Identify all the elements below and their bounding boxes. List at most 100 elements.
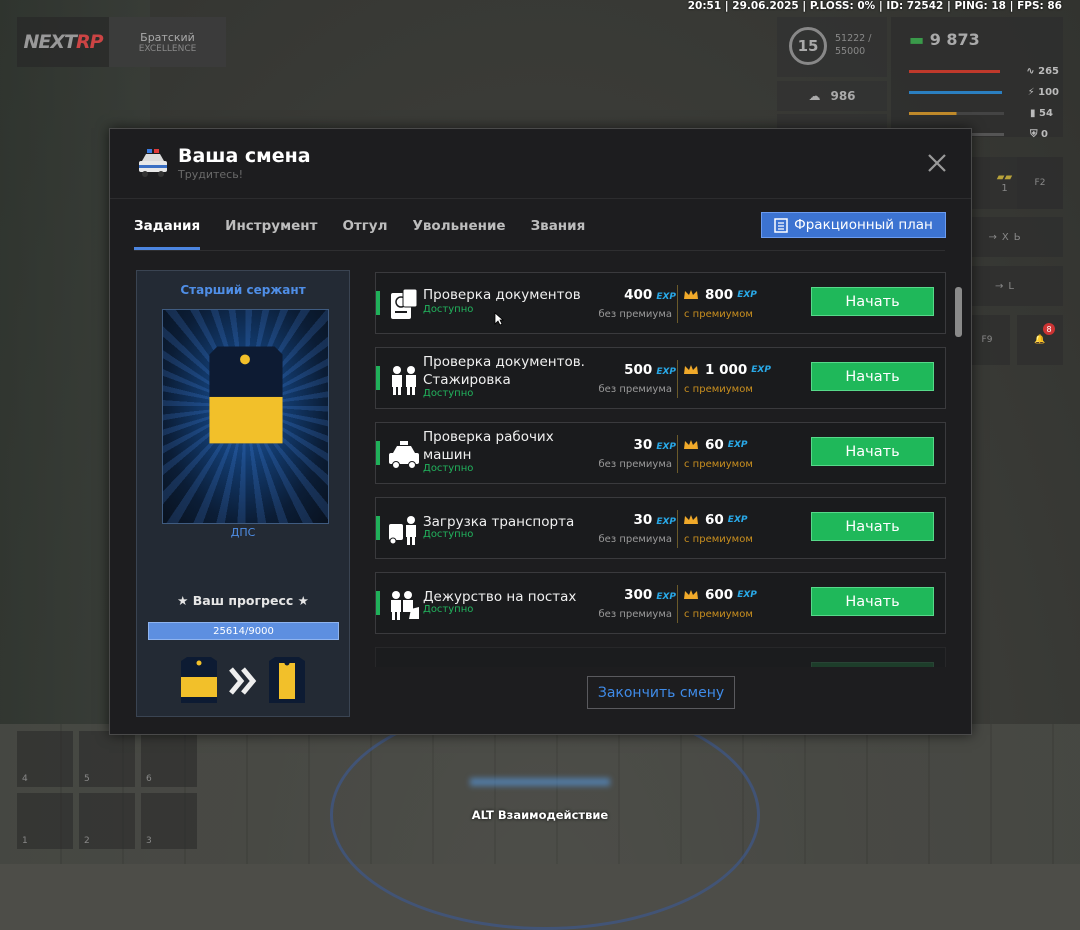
run-icon: ⚡ — [1027, 87, 1035, 98]
officer-vehicle-icon — [389, 516, 416, 545]
exp-base-label: без премиума — [598, 459, 673, 470]
stat-armor: 100 — [1038, 87, 1059, 98]
tab-resign[interactable]: Увольнение — [412, 212, 505, 250]
finish-shift-button[interactable]: Закончить смену — [587, 676, 735, 709]
exp-base-label: без премиума — [598, 384, 673, 395]
task-item-partial — [375, 647, 946, 667]
start-button[interactable]: Начать — [811, 287, 934, 316]
quick-slot-count: 1 — [1001, 183, 1008, 194]
task-status: Доступно — [423, 529, 474, 540]
player-hud: 15 51222 / 55000 ☁ 986 ▬ 9 873 ∿ 265 ⚡ 100… — [777, 17, 1063, 140]
exp-base: 30 EXP — [633, 437, 676, 453]
task-list-scrollbar[interactable] — [955, 287, 962, 337]
exp-base: 400 EXP — [624, 287, 676, 303]
task-status: Доступно — [423, 388, 474, 399]
stat-health: 265 — [1038, 66, 1059, 77]
start-button-partial[interactable] — [811, 662, 934, 667]
xp-max: 55000 — [835, 46, 866, 57]
modal-header: Ваша смена Трудитесь! — [110, 129, 971, 199]
exp-premium-label: с премиумом — [684, 609, 753, 620]
server-logo: NEXT RP Братский EXCELLENCE — [17, 17, 226, 67]
crown-icon — [684, 290, 698, 299]
xp-current: 51222 / — [835, 33, 872, 44]
task-item: Проверка документов Доступно 400 EXP без … — [375, 272, 946, 334]
shift-modal: Ваша смена Трудитесь! Задания Инструмент… — [109, 128, 972, 735]
exp-base: 300 EXP — [624, 587, 676, 603]
modal-title: Ваша смена — [178, 145, 311, 167]
rank-panel: Старший сержант ДПС ★ Ваш прогресс ★ 256… — [136, 270, 350, 717]
start-button[interactable]: Начать — [811, 437, 934, 466]
document-icon — [774, 217, 788, 233]
crown-icon — [684, 515, 698, 524]
exp-base: 30 EXP — [633, 512, 676, 528]
top-info-bar: 20:51 | 29.06.2025 | P.LOSS: 0% | ID: 72… — [687, 0, 1062, 12]
task-list[interactable]: Проверка документов Доступно 400 EXP без … — [375, 270, 947, 667]
police-car-icon — [389, 441, 419, 469]
exp-premium-label: с премиумом — [684, 459, 753, 470]
stat-food: 54 — [1039, 108, 1053, 119]
faction-plan-button[interactable]: Фракционный план — [761, 212, 946, 238]
patrol-post-icon — [391, 591, 419, 620]
tab-tasks[interactable]: Задания — [134, 212, 201, 250]
progress-label: ★ Ваш прогресс ★ — [177, 593, 309, 608]
level-circle: 15 — [789, 27, 827, 65]
hotbar-slot[interactable]: 4 — [17, 731, 73, 787]
police-car-icon — [139, 149, 167, 177]
start-button[interactable]: Начать — [811, 362, 934, 391]
mouse-cursor-icon — [494, 312, 504, 326]
crown-icon — [684, 590, 698, 599]
key-f2[interactable]: F2 — [1017, 157, 1063, 209]
pulse-icon: ∿ — [1026, 66, 1035, 77]
rank-upgrade-icon — [181, 657, 305, 703]
exp-premium-label: с премиумом — [684, 309, 753, 320]
task-status: Доступно — [423, 463, 474, 474]
exp-premium-label: с премиумом — [684, 534, 753, 545]
exp-base-label: без премиума — [598, 609, 673, 620]
interaction-hint: ALT Взаимодействие — [471, 808, 609, 822]
tab-tool[interactable]: Инструмент — [225, 212, 317, 250]
task-item: Дежурство на постах Доступно 300 EXP без … — [375, 572, 946, 634]
close-icon[interactable] — [927, 153, 947, 173]
exp-premium: 60 EXP — [683, 437, 747, 453]
rank-department: ДПС — [230, 526, 256, 539]
start-button[interactable]: Начать — [811, 587, 934, 616]
exp-base-label: без премиума — [598, 309, 673, 320]
police-officers-icon — [392, 366, 416, 395]
server-sub: EXCELLENCE — [138, 43, 197, 54]
exp-premium: 60 EXP — [683, 512, 747, 528]
rank-card — [162, 309, 329, 524]
tab-leave[interactable]: Отгул — [342, 212, 387, 250]
notification-badge: 8 — [1043, 323, 1055, 335]
exp-premium: 600 EXP — [683, 587, 757, 603]
exp-base: 500 EXP — [624, 362, 676, 378]
nextrp-logo: NEXT RP — [23, 31, 103, 53]
notifications-bell-icon[interactable]: 🔔 8 — [1017, 315, 1063, 365]
rank-insignia-icon — [209, 346, 283, 444]
hotbar-slot[interactable]: 6 — [141, 731, 197, 787]
food-icon: ▮ — [1030, 108, 1036, 119]
task-name: Проверка рабочих машин — [423, 429, 554, 463]
task-item: Проверка документов. Стажировка Доступно… — [375, 347, 946, 409]
hotbar-slot[interactable]: 5 — [79, 731, 135, 787]
task-item: Загрузка транспорта Доступно 30 EXP без п… — [375, 497, 946, 559]
progress-bar: 25614/9000 — [148, 622, 339, 640]
task-name: Проверка документов — [423, 287, 581, 303]
tab-ranks[interactable]: Звания — [531, 212, 586, 250]
exp-base-label: без премиума — [598, 534, 673, 545]
stat-shield: 0 — [1040, 129, 1048, 140]
cloud-icon: ☁ — [808, 89, 821, 103]
task-name: Проверка документов. Стажировка — [423, 354, 585, 388]
task-status: Доступно — [423, 604, 474, 615]
tab-bar: Задания Инструмент Отгул Увольнение Зван… — [134, 212, 610, 252]
task-status: Доступно — [423, 304, 474, 315]
task-item: Проверка рабочих машин Доступно 30 EXP бе… — [375, 422, 946, 484]
money-icon: ▬ — [909, 30, 925, 49]
crown-icon — [684, 440, 698, 449]
start-button[interactable]: Начать — [811, 512, 934, 541]
modal-subtitle: Трудитесь! — [178, 168, 244, 181]
money-stack-icon: ▰▰ — [996, 172, 1013, 183]
rank-name: Старший сержант — [180, 283, 306, 297]
money-value: 9 873 — [929, 30, 980, 49]
interaction-glow — [470, 778, 610, 786]
exp-premium: 1 000 EXP — [683, 362, 771, 378]
